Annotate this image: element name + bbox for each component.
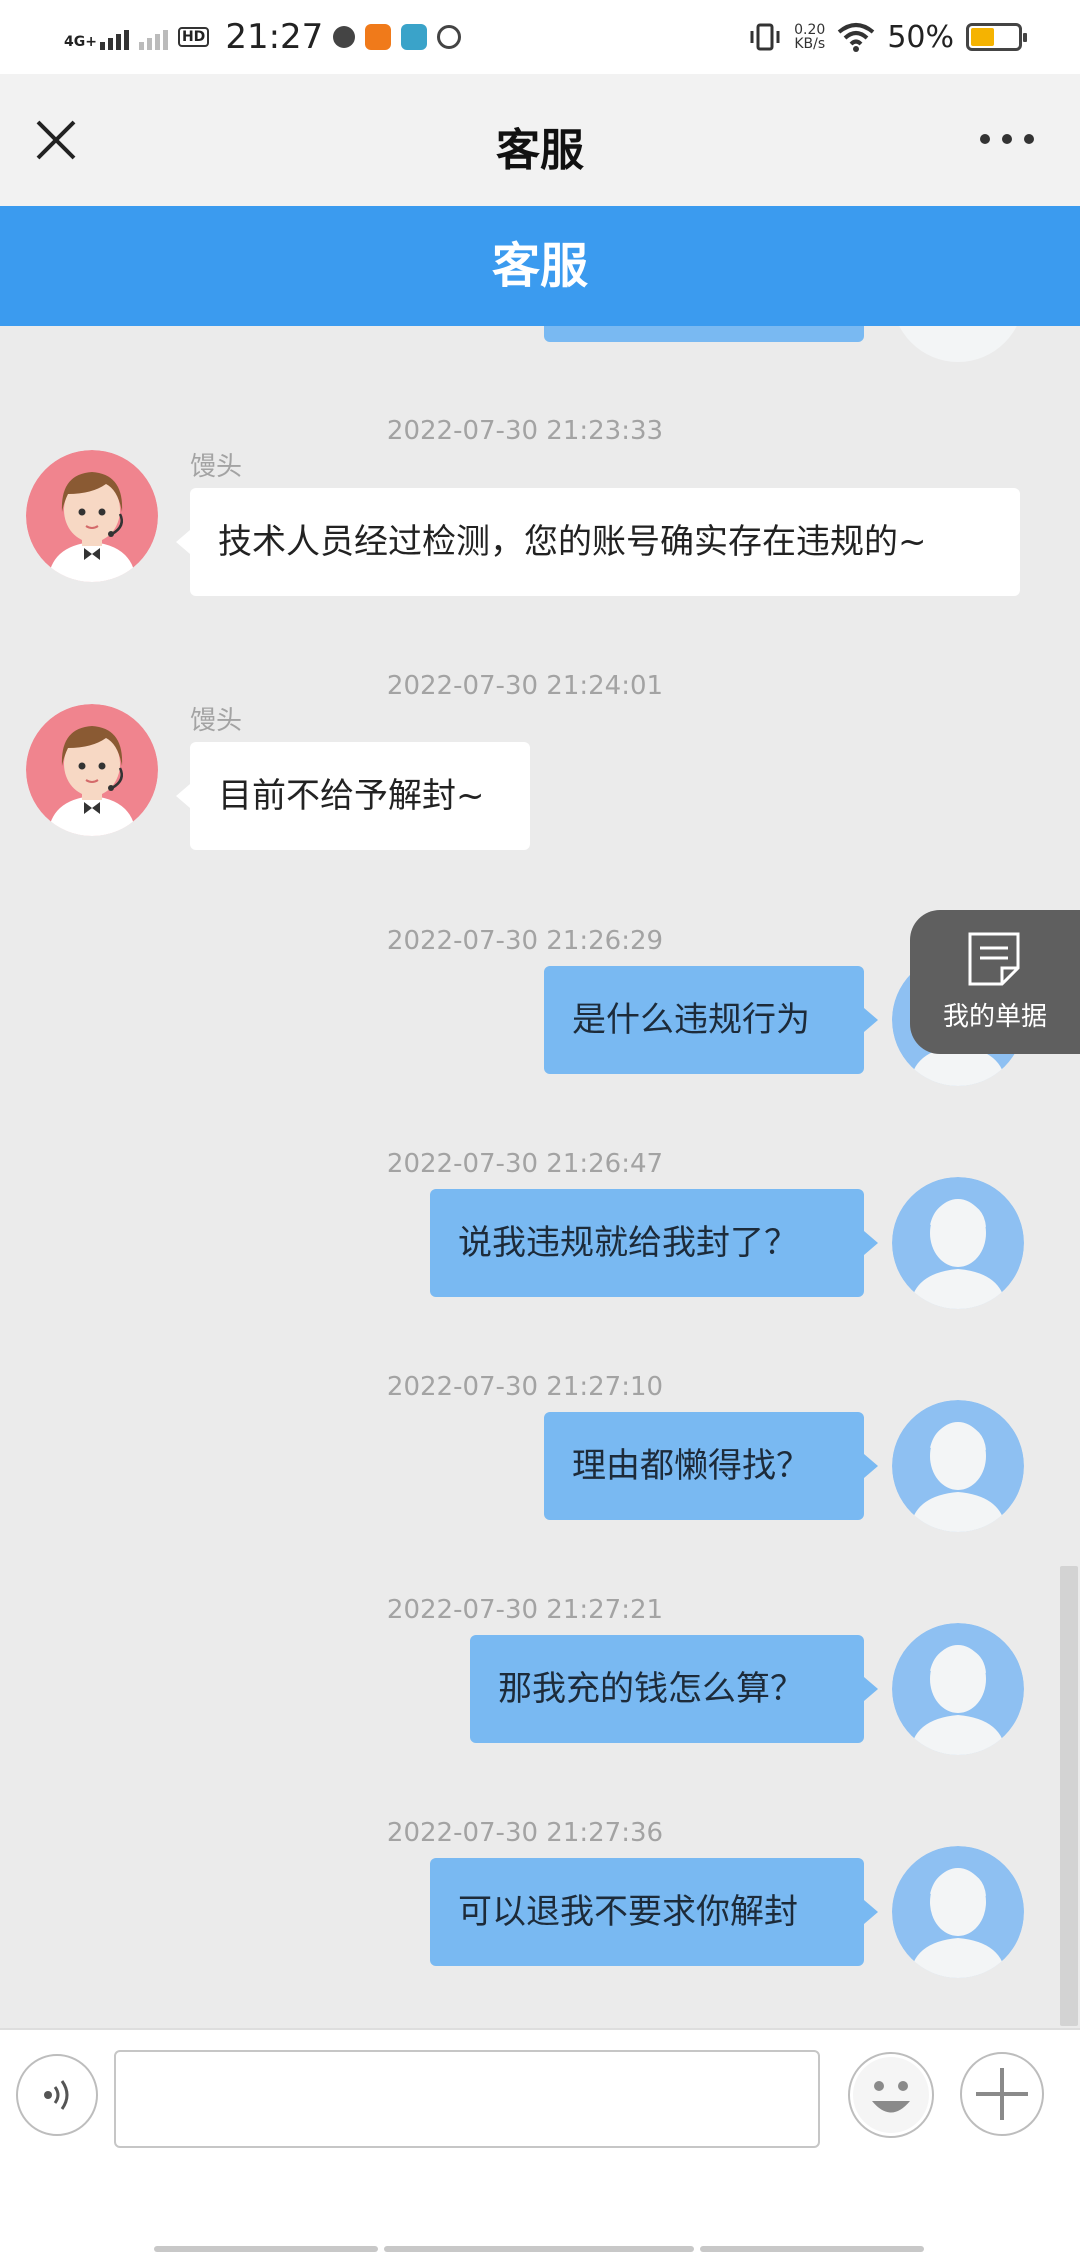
message-timestamp: 2022-07-30 21:27:36 (386, 1818, 664, 1848)
incoming-message-bubble[interactable]: 目前不给予解封~ (176, 742, 530, 850)
music-app-icon (333, 26, 356, 48)
sender-name: 馒头 (190, 452, 243, 482)
speed-value: 0.20 (794, 22, 826, 38)
emoji-icon (853, 2057, 929, 2133)
my-receipts-label: 我的单据 (942, 1002, 1047, 1032)
wifi-icon (838, 23, 875, 52)
network-speed: 0.20 KB/s (794, 23, 825, 51)
netease-music-icon (437, 25, 462, 49)
plus-icon (976, 2068, 1028, 2120)
battery-percent: 50% (887, 19, 954, 55)
user-avatar[interactable] (892, 1623, 1024, 1755)
previous-avatar (892, 326, 1024, 362)
signal-icon: 4G+ (64, 24, 129, 50)
message-timestamp: 2022-07-30 21:26:29 (386, 926, 664, 956)
chat-area[interactable]: 2022-07-30 21:23:33 馒头 技术人员经过检测，您的账号确实存在违规… (0, 326, 1080, 2028)
status-right: 0.20 KB/s 50% (748, 14, 1027, 60)
page-title: 客服 (496, 125, 584, 176)
agent-avatar[interactable] (26, 450, 158, 582)
service-banner: 客服 (0, 206, 1080, 326)
status-time: 21:27 (225, 17, 324, 57)
battery-level (971, 28, 994, 46)
outgoing-message-bubble[interactable]: 是什么违规行为 (544, 966, 878, 1074)
outgoing-message-bubble[interactable]: 那我充的钱怎么算？ (470, 1635, 878, 1743)
battery-icon (966, 23, 1027, 51)
previous-bubble (544, 326, 864, 342)
user-avatar[interactable] (892, 1400, 1024, 1532)
game-app-icon-2 (401, 24, 428, 50)
plus-button[interactable] (960, 2052, 1044, 2136)
more-icon[interactable] (980, 124, 1040, 154)
user-avatar[interactable] (892, 1177, 1024, 1309)
my-receipts-button[interactable]: 我的单据 (910, 910, 1080, 1054)
message-timestamp: 2022-07-30 21:23:33 (386, 416, 664, 446)
home-indicator-right (700, 2246, 924, 2252)
message-timestamp: 2022-07-30 21:26:47 (386, 1149, 664, 1179)
network-type: 4G+ (64, 34, 97, 50)
message-timestamp: 2022-07-30 21:24:01 (386, 671, 664, 701)
speed-unit: KB/s (794, 36, 826, 52)
game-app-icon-1 (365, 24, 392, 50)
outgoing-message-bubble[interactable]: 可以退我不要求你解封 (430, 1858, 878, 1966)
document-icon (968, 932, 1020, 986)
status-bar: 4G+ HD 21:27 0.20 KB/s 50% (0, 0, 1080, 74)
outgoing-message-bubble[interactable]: 说我违规就给我封了？ (430, 1189, 878, 1297)
vibrate-icon (750, 23, 780, 51)
home-indicator-left (154, 2246, 378, 2252)
chat-scrollbar[interactable] (1060, 1566, 1078, 2026)
user-avatar[interactable] (892, 1846, 1024, 1978)
incoming-message-bubble[interactable]: 技术人员经过检测，您的账号确实存在违规的~ (176, 488, 1020, 596)
nav-header: 客服 (0, 74, 1080, 206)
message-timestamp: 2022-07-30 21:27:10 (386, 1372, 664, 1402)
signal-2-icon (138, 24, 168, 50)
voice-button[interactable] (16, 2054, 98, 2136)
input-bar (0, 2028, 1080, 2256)
message-input[interactable] (114, 2050, 820, 2148)
voice-icon (44, 2080, 69, 2110)
outgoing-message-bubble[interactable]: 理由都懒得找？ (544, 1412, 878, 1520)
sender-name: 馒头 (190, 706, 243, 736)
agent-avatar[interactable] (26, 704, 158, 836)
hd-icon: HD (177, 27, 210, 47)
message-timestamp: 2022-07-30 21:27:21 (386, 1595, 664, 1625)
home-indicator-mid (384, 2246, 694, 2252)
status-left: 4G+ HD 21:27 (64, 14, 462, 60)
emoji-button[interactable] (848, 2052, 934, 2138)
